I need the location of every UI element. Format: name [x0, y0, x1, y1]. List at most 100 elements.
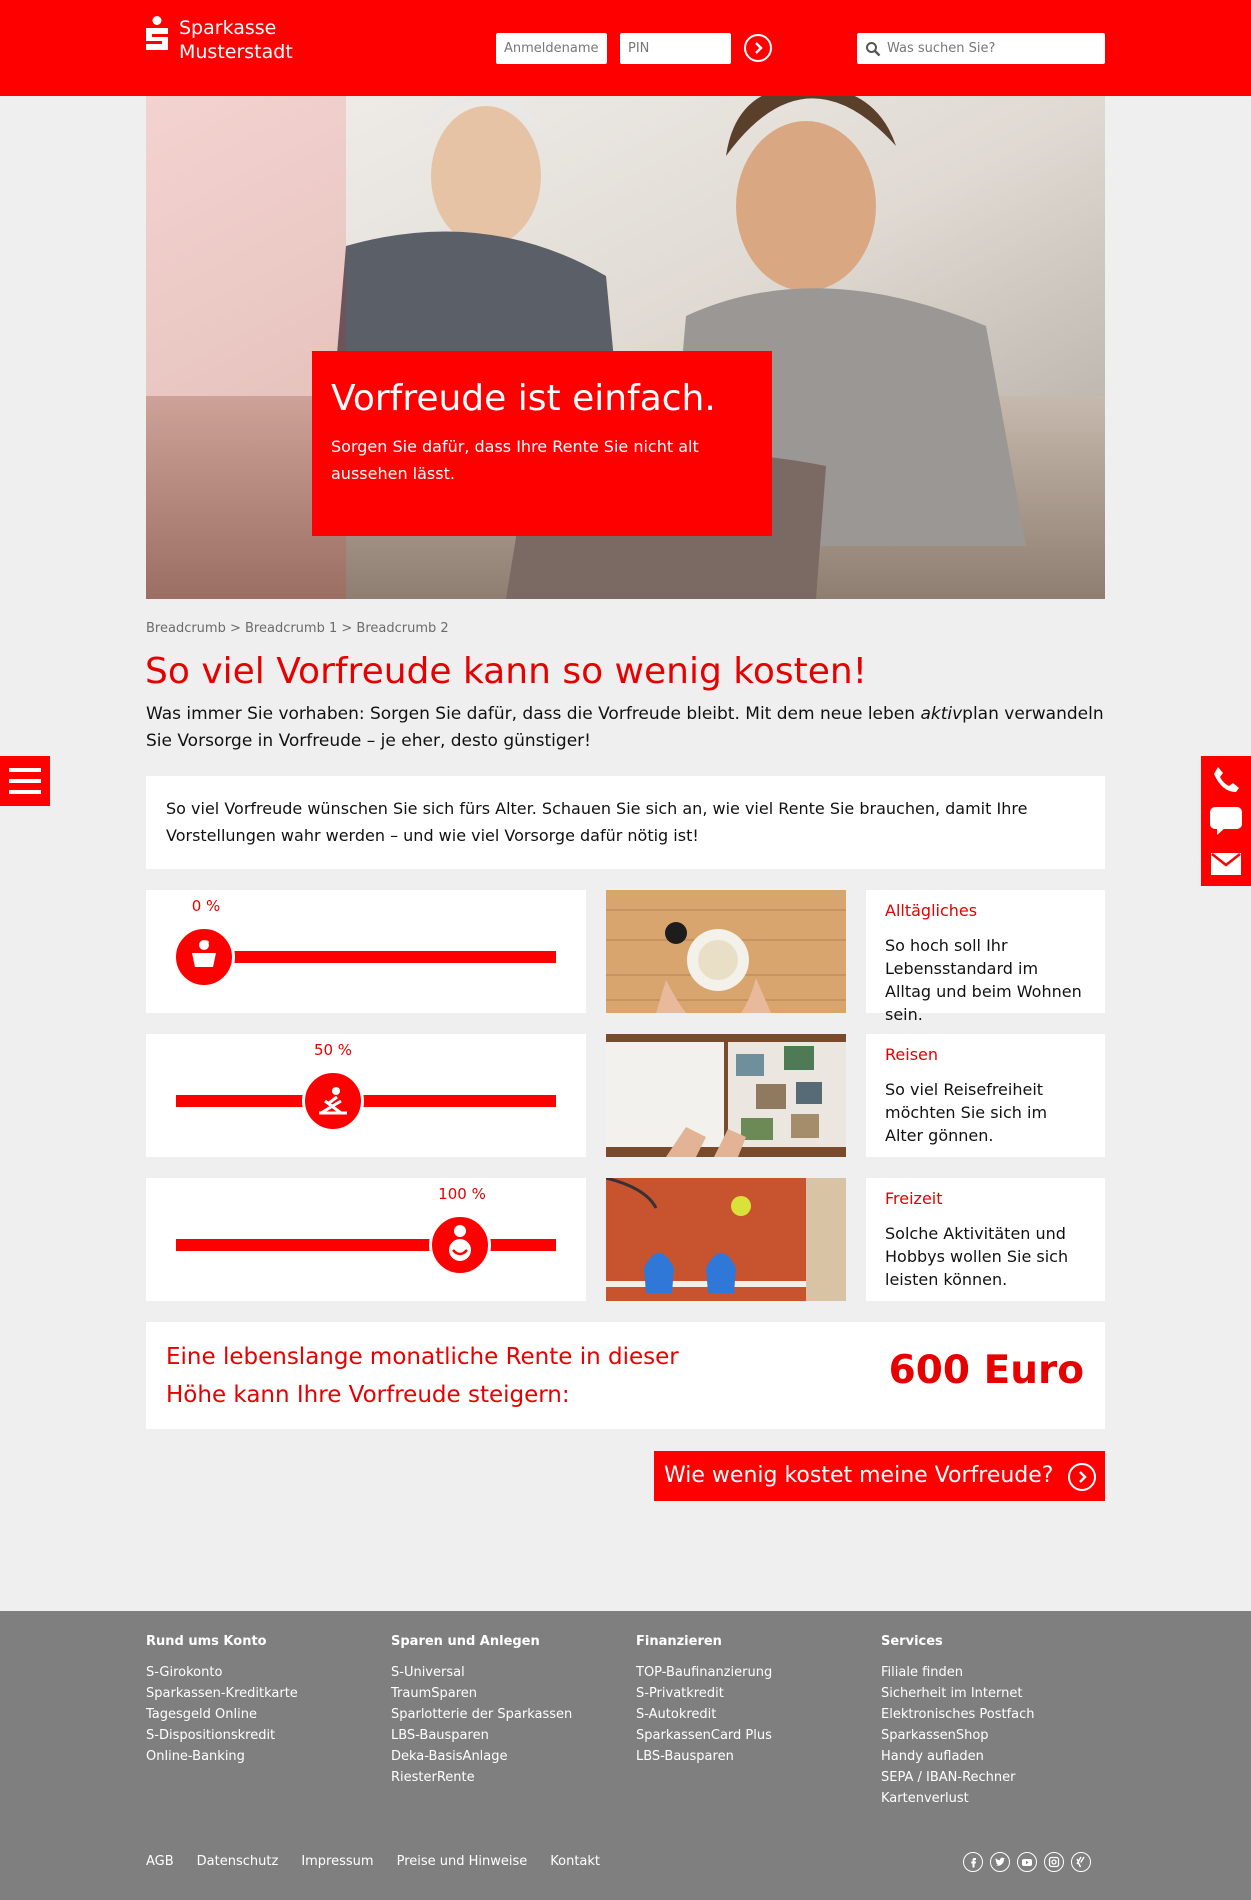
hero-teaser-box: Vorfreude ist einfach. Sorgen Sie dafür,… — [312, 351, 772, 536]
menu-icon-bar-3 — [9, 790, 41, 794]
footer-link-preise[interactable]: Preise und Hinweise — [397, 1854, 528, 1869]
footer-link[interactable]: LBS-Bausparen — [636, 1746, 772, 1767]
intro-part-1: Was immer Sie vorhaben: Sorgen Sie dafür… — [146, 704, 921, 724]
intro-text: Was immer Sie vorhaben: Sorgen Sie dafür… — [146, 701, 1106, 755]
breakfast-table-image — [606, 890, 846, 1013]
slider-alltag[interactable]: 0 % — [146, 890, 586, 1013]
category-title: Freizeit — [885, 1189, 943, 1208]
slider-knob[interactable] — [302, 1070, 364, 1132]
footer-link-impressum[interactable]: Impressum — [301, 1854, 373, 1869]
cta-button[interactable]: Wie wenig kostet meine Vorfreude? — [654, 1451, 1105, 1501]
login-submit-button[interactable] — [744, 34, 772, 62]
category-title: Reisen — [885, 1045, 939, 1064]
brand-name: Sparkasse Musterstadt — [179, 16, 293, 64]
result-text: Eine lebenslange monatliche Rente in die… — [166, 1338, 679, 1414]
pin-field[interactable]: PIN — [620, 33, 731, 64]
brand-line-1: Sparkasse — [179, 17, 277, 39]
footer-link[interactable]: TraumSparen — [391, 1683, 572, 1704]
footer-link-datenschutz[interactable]: Datenschutz — [197, 1854, 279, 1869]
mortar-pestle-icon — [192, 940, 216, 967]
hero-title: Vorfreude ist einfach. — [331, 378, 716, 419]
category-freizeit: Freizeit Solche Aktivitäten und Hobbys w… — [866, 1178, 1105, 1301]
footer-link[interactable]: LBS-Bausparen — [391, 1725, 572, 1746]
footer-link-agb[interactable]: AGB — [146, 1854, 174, 1869]
footer-link[interactable]: SparkassenShop — [881, 1725, 1035, 1746]
result-value: 600 Euro — [888, 1348, 1084, 1393]
result-box: Eine lebenslange monatliche Rente in die… — [146, 1322, 1105, 1429]
footer-link[interactable]: SparkassenCard Plus — [636, 1725, 772, 1746]
sparkasse-logo[interactable]: Sparkasse Musterstadt — [145, 16, 293, 64]
footer-link[interactable]: S-Dispositionskredit — [146, 1725, 298, 1746]
footer-link[interactable]: Filiale finden — [881, 1662, 1035, 1683]
info-box: So viel Vorfreude wünschen Sie sich fürs… — [146, 776, 1105, 869]
phone-icon[interactable] — [1211, 764, 1241, 794]
footer-column-title: Services — [881, 1634, 943, 1649]
footer-column-sparen: Sparen und Anlegen S-Universal TraumSpar… — [391, 1633, 572, 1788]
side-menu-button[interactable] — [0, 756, 50, 806]
username-field[interactable]: Anmeldename — [496, 33, 607, 64]
search-box[interactable]: Was suchen Sie? — [857, 33, 1105, 64]
footer-link[interactable]: Sicherheit im Internet — [881, 1683, 1035, 1704]
footer-link[interactable]: S-Privatkredit — [636, 1683, 772, 1704]
footer-column-finanzieren: Finanzieren TOP-Baufinanzierung S-Privat… — [636, 1633, 772, 1767]
footer-link[interactable]: Deka-BasisAnlage — [391, 1746, 572, 1767]
category-alltag: Alltägliches So hoch soll Ihr Lebensstan… — [866, 890, 1105, 1024]
footer-column-title: Rund ums Konto — [146, 1634, 267, 1649]
footer-link[interactable]: Online-Banking — [146, 1746, 298, 1767]
beach-chair-icon — [319, 1087, 347, 1115]
footer-link[interactable]: Handy aufladen — [881, 1746, 1035, 1767]
category-reisen: Reisen So viel Reisefreiheit möchten Sie… — [866, 1034, 1105, 1157]
cta-label: Wie wenig kostet meine Vorfreude? — [664, 1463, 1054, 1488]
facebook-icon[interactable] — [963, 1852, 983, 1872]
category-description: So viel Reisefreiheit möchten Sie sich i… — [885, 1080, 1048, 1145]
footer-legal-links: AGB Datenschutz Impressum Preise und Hin… — [146, 1854, 623, 1869]
category-title: Alltägliches — [885, 901, 978, 920]
slider-knob[interactable] — [173, 926, 235, 988]
result-line-2: Höhe kann Ihre Vorfreude steigern: — [166, 1382, 570, 1408]
social-links — [956, 1852, 1091, 1872]
footer-link[interactable]: Sparlotterie der Sparkassen — [391, 1704, 572, 1725]
intro-italic: aktiv — [920, 704, 963, 724]
menu-icon-bar-2 — [9, 779, 41, 783]
slider-percent: 100 % — [438, 1185, 486, 1203]
slider-percent: 50 % — [313, 1041, 353, 1059]
twitter-icon[interactable] — [990, 1852, 1010, 1872]
hero-banner: Vorfreude ist einfach. Sorgen Sie dafür,… — [146, 96, 1105, 599]
hero-subtitle: Sorgen Sie dafür, dass Ihre Rente Sie ni… — [331, 437, 699, 483]
person-icon — [449, 1225, 471, 1261]
site-header: Sparkasse Musterstadt Anmeldename PIN Wa… — [0, 0, 1251, 96]
site-footer: Rund ums Konto S-Girokonto Sparkassen-Kr… — [0, 1611, 1251, 1900]
result-line-1: Eine lebenslange monatliche Rente in die… — [166, 1344, 679, 1370]
search-input[interactable]: Was suchen Sie? — [887, 33, 995, 64]
footer-column-title: Sparen und Anlegen — [391, 1634, 540, 1649]
category-description: Solche Aktivitäten und Hobbys wollen Sie… — [885, 1224, 1069, 1289]
slider-freizeit[interactable]: 100 % — [146, 1178, 586, 1301]
slider-reisen[interactable]: 50 % — [146, 1034, 586, 1157]
chevron-right-icon — [1068, 1463, 1096, 1491]
breadcrumb[interactable]: Breadcrumb > Breadcrumb 1 > Breadcrumb 2 — [146, 621, 449, 636]
footer-link[interactable]: Sparkassen-Kreditkarte — [146, 1683, 298, 1704]
footer-link[interactable]: Elektronisches Postfach — [881, 1704, 1035, 1725]
chat-icon[interactable] — [1209, 806, 1243, 836]
mail-icon[interactable] — [1210, 852, 1242, 876]
search-icon — [866, 42, 881, 57]
footer-link-kontakt[interactable]: Kontakt — [550, 1854, 600, 1869]
footer-link[interactable]: S-Autokredit — [636, 1704, 772, 1725]
slider-percent: 0 % — [191, 897, 221, 915]
footer-link[interactable]: S-Universal — [391, 1662, 572, 1683]
slider-knob[interactable] — [429, 1214, 491, 1276]
photo-album-image — [606, 1034, 846, 1157]
footer-link[interactable]: TOP-Baufinanzierung — [636, 1662, 772, 1683]
footer-link[interactable]: Tagesgeld Online — [146, 1704, 298, 1725]
slider-track[interactable] — [176, 1095, 556, 1107]
brand-line-2: Musterstadt — [179, 41, 293, 63]
xing-icon[interactable] — [1071, 1852, 1091, 1872]
chevron-right-icon — [755, 42, 763, 54]
footer-link[interactable]: RiesterRente — [391, 1767, 572, 1788]
instagram-icon[interactable] — [1044, 1852, 1064, 1872]
slider-track[interactable] — [176, 1239, 556, 1251]
footer-link[interactable]: SEPA / IBAN-Rechner — [881, 1767, 1035, 1788]
footer-link[interactable]: S-Girokonto — [146, 1662, 298, 1683]
footer-link[interactable]: Kartenverlust — [881, 1788, 1035, 1809]
youtube-icon[interactable] — [1017, 1852, 1037, 1872]
